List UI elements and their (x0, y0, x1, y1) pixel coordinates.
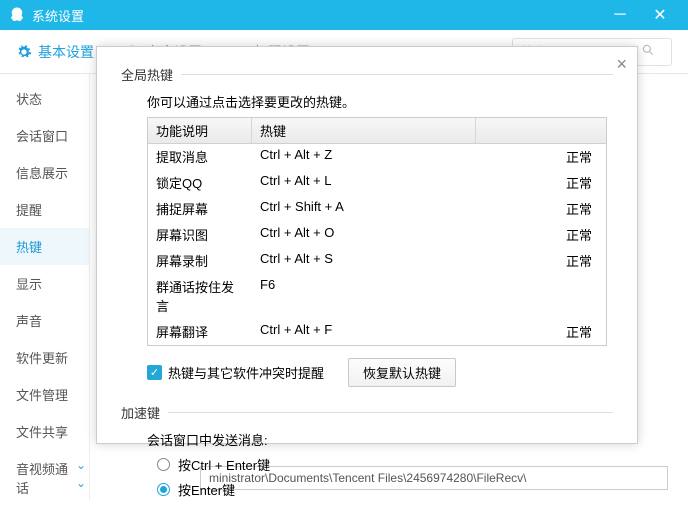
hotkey-function: 屏幕识图 (148, 224, 252, 245)
conflict-checkbox[interactable]: ✓ 热键与其它软件冲突时提醒 (147, 363, 324, 382)
sidebar: 状态会话窗口信息展示提醒热键显示声音软件更新文件管理文件共享音视频通话 (0, 74, 90, 500)
sidebar-item[interactable]: 热键 (0, 228, 89, 265)
hotkey-key: Ctrl + Alt + O (252, 224, 476, 245)
restore-defaults-button[interactable]: 恢复默认热键 (348, 358, 456, 387)
hotkey-status: 正常 (476, 250, 606, 271)
send-label: 会话窗口中发送消息: (147, 430, 613, 449)
hotkey-key: Ctrl + Alt + Z (252, 146, 476, 167)
hotkey-dialog: × 全局热键 你可以通过点击选择要更改的热键。 功能说明 热键 提取消息Ctrl… (96, 46, 638, 444)
sidebar-item[interactable]: 软件更新 (0, 339, 89, 376)
chevron-down-icon[interactable]: ⌄ (76, 476, 86, 490)
hotkey-row[interactable]: 群通话按住发言F6 (148, 274, 606, 319)
hotkey-key: Ctrl + Alt + L (252, 172, 476, 193)
hotkey-row[interactable]: 屏幕翻译Ctrl + Alt + F正常 (148, 319, 606, 345)
hotkey-row[interactable]: 屏幕识图Ctrl + Alt + O正常 (148, 222, 606, 248)
hotkey-function: 屏幕翻译 (148, 321, 252, 342)
close-window-button[interactable]: ✕ (640, 0, 680, 30)
search-icon (641, 43, 655, 60)
sidebar-item[interactable]: 状态 (0, 80, 89, 117)
hotkey-table-header: 功能说明 热键 (148, 118, 606, 144)
hotkey-key: Ctrl + Alt + F (252, 321, 476, 342)
check-icon: ✓ (147, 365, 162, 380)
hotkey-status (476, 276, 606, 316)
sidebar-item[interactable]: 会话窗口 (0, 117, 89, 154)
hotkey-status: 正常 (476, 224, 606, 245)
hotkey-status: 正常 (476, 198, 606, 219)
penguin-icon (8, 6, 26, 24)
radio-icon (157, 458, 170, 471)
hotkey-key: Ctrl + Shift + A (252, 198, 476, 219)
hotkey-row[interactable]: 屏幕录制Ctrl + Alt + S正常 (148, 248, 606, 274)
hotkey-row[interactable]: 提取消息Ctrl + Alt + Z正常 (148, 144, 606, 170)
hotkey-row[interactable]: 锁定QQCtrl + Alt + L正常 (148, 170, 606, 196)
header-hotkey: 热键 (252, 118, 476, 143)
chevron-down-icon[interactable]: ⌄ (76, 458, 86, 472)
tab-basic-label: 基本设置 (38, 42, 94, 62)
header-function: 功能说明 (148, 118, 252, 143)
hotkey-function: 捕捉屏幕 (148, 198, 252, 219)
radio-icon (157, 483, 170, 496)
hotkey-function: 屏幕录制 (148, 250, 252, 271)
hotkey-function: 锁定QQ (148, 172, 252, 193)
hotkey-function: 提取消息 (148, 146, 252, 167)
header-status (476, 118, 606, 143)
scroll-arrows: ⌄ ⌄ (76, 458, 86, 490)
sidebar-item[interactable]: 声音 (0, 302, 89, 339)
conflict-label: 热键与其它软件冲突时提醒 (168, 363, 324, 382)
radio-enter[interactable]: 按Enter键 (157, 480, 613, 499)
window-title: 系统设置 (32, 6, 84, 25)
hotkey-row[interactable]: 捕捉屏幕Ctrl + Shift + A正常 (148, 196, 606, 222)
tab-basic[interactable]: 基本设置 (16, 42, 94, 62)
hotkey-key: F6 (252, 276, 476, 316)
section-accelerator: 加速键 (121, 403, 160, 422)
sidebar-item[interactable]: 显示 (0, 265, 89, 302)
hotkey-key: Ctrl + Alt + S (252, 250, 476, 271)
hotkey-status: 正常 (476, 172, 606, 193)
section-global-hotkey: 全局热键 (121, 65, 173, 84)
hotkey-status: 正常 (476, 146, 606, 167)
hotkey-status: 正常 (476, 321, 606, 342)
hotkey-tip: 你可以通过点击选择要更改的热键。 (147, 92, 613, 111)
dialog-close-button[interactable]: × (616, 55, 627, 73)
sidebar-item[interactable]: 信息展示 (0, 154, 89, 191)
hotkey-function: 群通话按住发言 (148, 276, 252, 316)
gear-icon (16, 44, 32, 60)
titlebar: 系统设置 ─ ✕ (0, 0, 688, 30)
minimize-button[interactable]: ─ (600, 0, 640, 30)
hotkey-table[interactable]: 功能说明 热键 提取消息Ctrl + Alt + Z正常锁定QQCtrl + A… (147, 117, 607, 346)
sidebar-item[interactable]: 文件共享 (0, 413, 89, 450)
sidebar-item[interactable]: 提醒 (0, 191, 89, 228)
sidebar-item[interactable]: 文件管理 (0, 376, 89, 413)
radio-ctrl-enter[interactable]: 按Ctrl + Enter键 (157, 455, 613, 474)
